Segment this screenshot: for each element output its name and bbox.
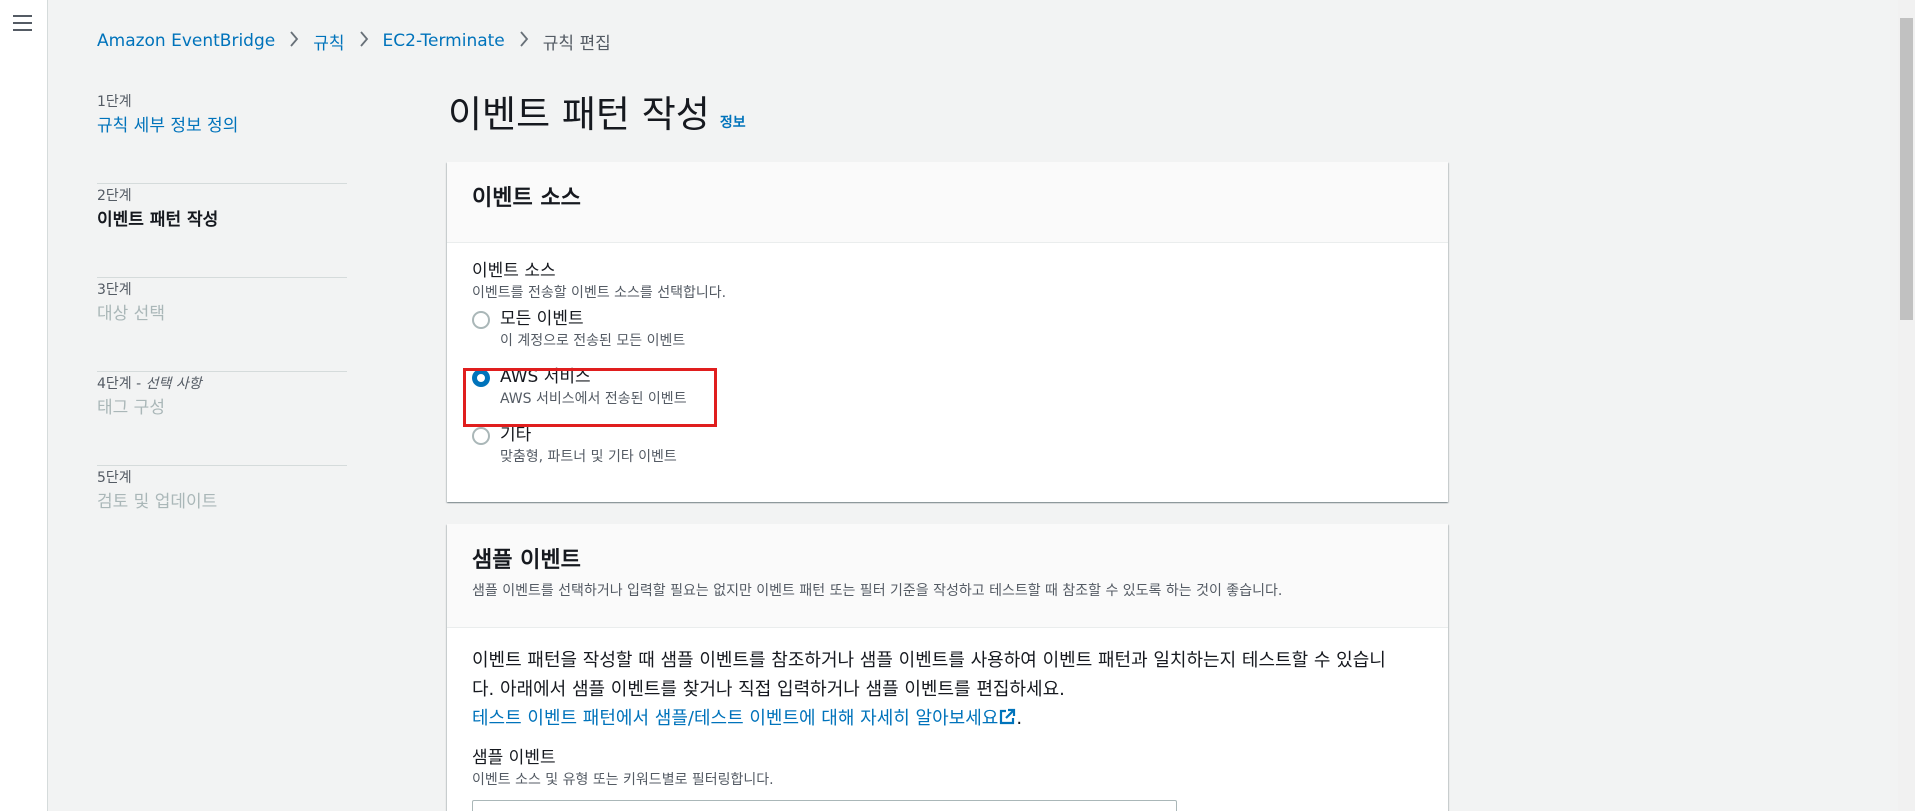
- breadcrumb: Amazon EventBridge 규칙 EC2-Terminate 규칙 편…: [97, 29, 611, 54]
- page-scrollbar[interactable]: [1898, 0, 1915, 811]
- step-number: 2단계: [97, 188, 132, 204]
- chevron-right-icon: [519, 30, 529, 52]
- step-1: 1단계 규칙 세부 정보 정의: [97, 90, 347, 184]
- learn-more-suffix: .: [1016, 708, 1023, 729]
- step-number: 3단계: [97, 282, 132, 298]
- chevron-right-icon: [359, 30, 369, 52]
- field-label: 샘플 이벤트: [472, 748, 556, 768]
- step-title-build-pattern: 이벤트 패턴 작성: [97, 210, 219, 230]
- sample-event-filter-input[interactable]: [472, 800, 1177, 811]
- radio-description: 이 계정으로 전송된 모든 이벤트: [500, 333, 686, 349]
- radio-button[interactable]: [472, 311, 490, 329]
- panel-title: 이벤트 소스: [472, 186, 581, 211]
- step-number: 1단계: [97, 94, 132, 110]
- step-number: 4단계 - 선택 사항: [97, 374, 347, 394]
- external-link-icon[interactable]: [998, 708, 1016, 730]
- step-5: 5단계 검토 및 업데이트: [97, 466, 347, 560]
- body-text-line1: 이벤트 패턴을 작성할 때 샘플 이벤트를 참조하거나 샘플 이벤트를 사용하여…: [472, 650, 1386, 671]
- radio-text: 기타 맞춤형, 파트너 및 기타 이벤트: [500, 423, 677, 467]
- sample-event-panel: 샘플 이벤트 샘플 이벤트를 선택하거나 입력할 필요는 없지만 이벤트 패턴 …: [447, 524, 1448, 811]
- radio-button-checked[interactable]: [472, 369, 490, 387]
- step-title-review: 검토 및 업데이트: [97, 492, 218, 512]
- info-link[interactable]: 정보: [720, 112, 746, 132]
- event-source-panel: 이벤트 소스 이벤트 소스 이벤트를 전송할 이벤트 소스를 선택합니다. 모든…: [447, 162, 1448, 502]
- step-title-define-rule[interactable]: 규칙 세부 정보 정의: [97, 112, 347, 140]
- learn-more-link[interactable]: 테스트 이벤트 패턴에서 샘플/테스트 이벤트에 대해 자세히 알아보세요: [472, 708, 998, 729]
- step-title-configure-tags: 태그 구성: [97, 398, 165, 418]
- breadcrumb-rules[interactable]: 규칙: [313, 29, 344, 54]
- radio-aws-services[interactable]: AWS 서비스 AWS 서비스에서 전송된 이벤트: [472, 365, 1423, 423]
- learn-more-row: 테스트 이벤트 패턴에서 샘플/테스트 이벤트에 대해 자세히 알아보세요.: [472, 704, 1423, 734]
- radio-text: 모든 이벤트 이 계정으로 전송된 모든 이벤트: [500, 307, 685, 351]
- breadcrumb-eventbridge[interactable]: Amazon EventBridge: [97, 31, 275, 51]
- breadcrumb-current: 규칙 편집: [542, 33, 611, 54]
- panel-header: 이벤트 소스: [447, 162, 1448, 243]
- step-number-text: 4단계 -: [97, 376, 146, 392]
- radio-all-events[interactable]: 모든 이벤트 이 계정으로 전송된 모든 이벤트: [472, 307, 1423, 365]
- page-title-text: 이벤트 패턴 작성: [448, 93, 710, 136]
- radio-label: AWS 서비스: [500, 367, 591, 387]
- step-2: 2단계 이벤트 패턴 작성: [97, 184, 347, 278]
- page-title: 이벤트 패턴 작성 정보: [448, 84, 746, 138]
- panel-body: 이벤트 패턴을 작성할 때 샘플 이벤트를 참조하거나 샘플 이벤트를 사용하여…: [447, 628, 1448, 811]
- step-4: 4단계 - 선택 사항 태그 구성: [97, 372, 347, 466]
- radio-description: 맞춤형, 파트너 및 기타 이벤트: [500, 449, 677, 465]
- radio-description: AWS 서비스에서 전송된 이벤트: [500, 391, 687, 407]
- field-description: 이벤트 소스 및 유형 또는 키워드별로 필터링합니다.: [472, 772, 774, 788]
- side-navigation-rail: [0, 0, 48, 811]
- step-title-select-targets: 대상 선택: [97, 304, 165, 324]
- panel-header: 샘플 이벤트 샘플 이벤트를 선택하거나 입력할 필요는 없지만 이벤트 패턴 …: [447, 524, 1448, 628]
- panel-title: 샘플 이벤트: [472, 548, 581, 573]
- field-label: 이벤트 소스: [472, 261, 556, 281]
- radio-button[interactable]: [472, 427, 490, 445]
- scrollbar-thumb[interactable]: [1900, 18, 1913, 320]
- chevron-right-icon: [289, 30, 299, 52]
- step-optional: 선택 사항: [145, 376, 202, 392]
- radio-label: 모든 이벤트: [500, 309, 584, 329]
- radio-other[interactable]: 기타 맞춤형, 파트너 및 기타 이벤트: [472, 423, 1423, 481]
- panel-description: 샘플 이벤트를 선택하거나 입력할 필요는 없지만 이벤트 패턴 또는 필터 기…: [472, 583, 1283, 599]
- body-text-line2: 다. 아래에서 샘플 이벤트를 찾거나 직접 입력하거나 샘플 이벤트를 편집하…: [472, 679, 1065, 700]
- radio-text: AWS 서비스 AWS 서비스에서 전송된 이벤트: [500, 365, 687, 409]
- radio-label: 기타: [500, 425, 532, 445]
- breadcrumb-rule-name[interactable]: EC2-Terminate: [383, 31, 505, 51]
- event-source-radio-group: 모든 이벤트 이 계정으로 전송된 모든 이벤트 AWS 서비스 AWS 서비스…: [472, 307, 1423, 481]
- step-number: 5단계: [97, 470, 132, 486]
- field-description: 이벤트를 전송할 이벤트 소스를 선택합니다.: [472, 285, 727, 301]
- hamburger-menu-icon[interactable]: [13, 15, 32, 31]
- step-3: 3단계 대상 선택: [97, 278, 347, 372]
- wizard-steps: 1단계 규칙 세부 정보 정의 2단계 이벤트 패턴 작성 3단계 대상 선택 …: [97, 90, 347, 560]
- panel-body: 이벤트 소스 이벤트를 전송할 이벤트 소스를 선택합니다. 모든 이벤트 이 …: [447, 243, 1448, 497]
